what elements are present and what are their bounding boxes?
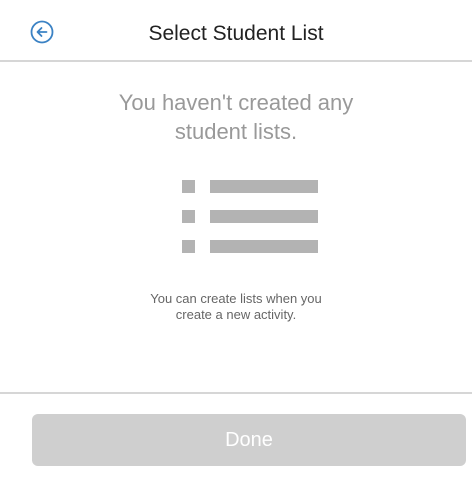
list-bullet (182, 210, 195, 223)
header-divider (0, 60, 472, 62)
header: Select Student List (0, 0, 472, 60)
list-bar (210, 210, 318, 223)
list-illustration-row (182, 210, 322, 223)
list-bullet (182, 180, 195, 193)
list-icon (182, 180, 322, 253)
select-student-list-screen: Select Student List You haven't created … (0, 0, 472, 504)
list-bar (210, 240, 318, 253)
list-illustration-row (182, 240, 322, 253)
list-illustration-row (182, 180, 322, 193)
empty-state-title: You haven't created any student lists. (118, 90, 354, 144)
list-bar (210, 180, 318, 193)
done-button[interactable]: Done (32, 414, 466, 466)
page-title: Select Student List (148, 22, 324, 45)
footer-divider (0, 392, 472, 394)
list-bullet (182, 240, 195, 253)
empty-state-hint: You can create lists when you create a n… (150, 291, 322, 322)
